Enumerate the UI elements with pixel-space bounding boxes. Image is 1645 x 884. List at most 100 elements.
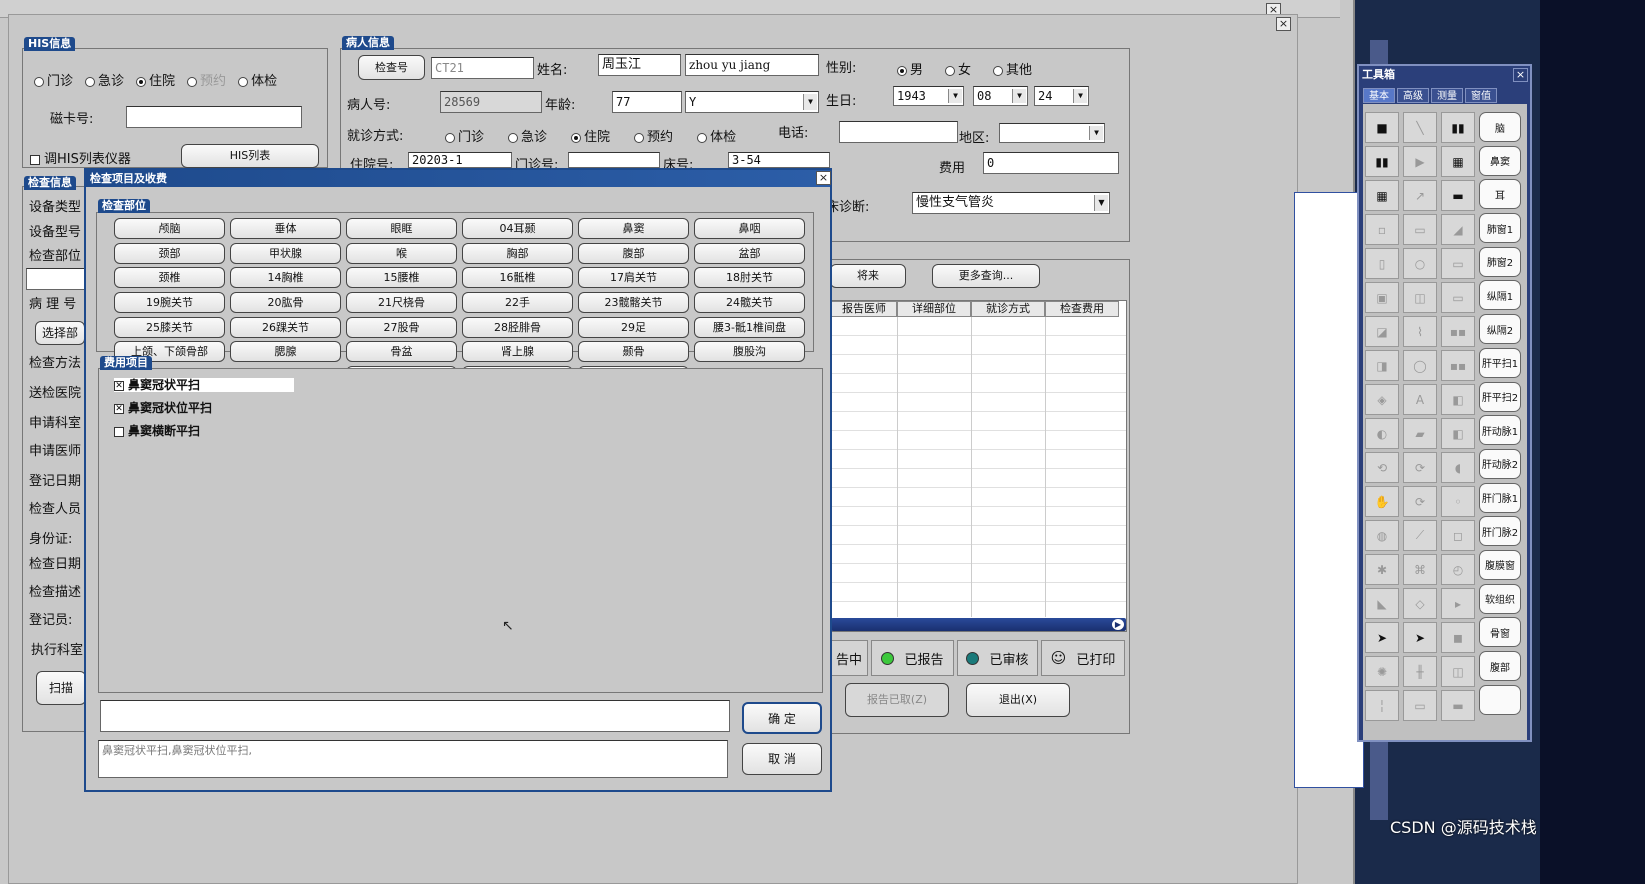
radio-option[interactable]: 其他 bbox=[993, 59, 1032, 78]
scroll-right-icon[interactable]: ▶ bbox=[1112, 619, 1124, 630]
tool-icon[interactable]: ▪▪ bbox=[1441, 350, 1475, 381]
tool-icon[interactable]: ◯ bbox=[1403, 350, 1437, 381]
exam-part-button[interactable]: 04耳颞 bbox=[462, 218, 573, 239]
tool-icon[interactable]: ▬ bbox=[1441, 690, 1475, 721]
tool-icon[interactable]: ◈ bbox=[1365, 384, 1399, 415]
diagnosis-select[interactable]: 慢性支气管炎 ▼ bbox=[912, 192, 1110, 214]
tool-icon[interactable]: ○ bbox=[1403, 248, 1437, 279]
his-instrument-checkbox[interactable]: 调HIS列表仪器 bbox=[30, 148, 131, 167]
cancel-button[interactable]: 取 消 bbox=[742, 743, 822, 775]
tool-icon[interactable]: ◢ bbox=[1441, 214, 1475, 245]
window-preset-button[interactable]: 肝门脉2 bbox=[1479, 516, 1521, 547]
toolbox-close-icon[interactable]: × bbox=[1513, 68, 1528, 82]
grid-column-header[interactable]: 报告医师 bbox=[831, 301, 897, 317]
window-preset-button[interactable]: 肝平扫1 bbox=[1479, 347, 1521, 378]
radio-icon[interactable] bbox=[85, 76, 96, 87]
radio-option[interactable]: 男 bbox=[897, 59, 923, 78]
exam-part-button[interactable]: 14胸椎 bbox=[230, 267, 341, 289]
grid-column-header[interactable]: 就诊方式 bbox=[971, 301, 1045, 317]
radio-option[interactable]: 女 bbox=[945, 59, 971, 78]
exam-part-button[interactable]: 15腰椎 bbox=[346, 267, 457, 289]
window-preset-button[interactable]: 肝平扫2 bbox=[1479, 381, 1521, 412]
window-preset-button[interactable]: 鼻窦 bbox=[1479, 145, 1521, 176]
dialog-input[interactable] bbox=[100, 700, 730, 732]
exam-part-button[interactable]: 垂体 bbox=[230, 218, 341, 239]
exam-part-button[interactable]: 喉 bbox=[346, 242, 457, 264]
tool-icon[interactable]: ▭ bbox=[1441, 282, 1475, 313]
tool-icon[interactable]: ◇ bbox=[1403, 588, 1437, 619]
tool-icon[interactable]: ▰ bbox=[1403, 418, 1437, 449]
patient-no-input[interactable]: 28569 bbox=[440, 91, 542, 113]
tool-icon[interactable]: A bbox=[1403, 384, 1437, 415]
grid-body[interactable] bbox=[831, 317, 1126, 617]
tool-icon[interactable]: ◣ bbox=[1365, 588, 1399, 619]
window-preset-button[interactable]: 肝门脉1 bbox=[1479, 482, 1521, 513]
checkbox-icon[interactable]: ✕ bbox=[114, 403, 124, 414]
exam-part-button[interactable]: 22手 bbox=[462, 292, 573, 314]
select-part-button[interactable]: 选择部 bbox=[35, 321, 85, 345]
window-preset-button[interactable]: 脑 bbox=[1479, 112, 1521, 142]
window-preset-button[interactable]: 耳 bbox=[1479, 179, 1521, 210]
radio-option[interactable]: 体检 bbox=[238, 70, 277, 89]
radio-option[interactable]: 门诊 bbox=[34, 70, 73, 89]
tool-icon[interactable]: ▮▮ bbox=[1365, 146, 1399, 177]
exam-part-button[interactable]: 19腕关节 bbox=[114, 292, 225, 314]
inpatient-input[interactable]: 20203-1 bbox=[408, 152, 512, 168]
tool-icon[interactable]: ⟲ bbox=[1365, 452, 1399, 483]
status-reported[interactable]: 已报告 bbox=[871, 640, 954, 676]
tool-icon[interactable]: ◫ bbox=[1441, 656, 1475, 687]
toolbox-tab[interactable]: 测量 bbox=[1431, 88, 1463, 103]
tool-icon[interactable]: ▭ bbox=[1403, 690, 1437, 721]
tool-icon[interactable]: ✱ bbox=[1365, 554, 1399, 585]
tool-icon[interactable]: ↗ bbox=[1403, 180, 1437, 211]
fee-item[interactable]: ✕ 鼻窦冠状位平扫 bbox=[114, 399, 212, 422]
window-preset-button[interactable]: 腹部 bbox=[1479, 651, 1521, 681]
exam-part-button[interactable]: 胸部 bbox=[462, 242, 573, 264]
fee-input[interactable]: 0 bbox=[983, 152, 1119, 174]
radio-icon[interactable] bbox=[897, 65, 907, 76]
window-preset-button[interactable]: 肝动脉1 bbox=[1479, 415, 1521, 446]
exam-part-button[interactable]: 颈椎 bbox=[114, 267, 225, 289]
exam-part-button[interactable]: 腰3-骶1椎间盘 bbox=[694, 316, 805, 338]
chevron-down-icon[interactable]: ▼ bbox=[948, 89, 962, 103]
window-preset-button[interactable]: 肺窗2 bbox=[1479, 246, 1521, 277]
cancel-report-button[interactable]: 报告已取(Z) bbox=[845, 683, 949, 717]
tool-icon[interactable]: ◐ bbox=[1365, 418, 1399, 449]
tool-icon[interactable]: ◪ bbox=[1365, 316, 1399, 347]
exam-part-button[interactable]: 21尺桡骨 bbox=[346, 292, 457, 314]
window-preset-button[interactable]: 纵隔2 bbox=[1479, 314, 1521, 345]
tool-icon[interactable]: ◧ bbox=[1441, 418, 1475, 449]
tool-icon[interactable]: ╫ bbox=[1403, 656, 1437, 687]
radio-option[interactable]: 住院 bbox=[136, 70, 175, 89]
window-preset-button[interactable] bbox=[1479, 684, 1521, 715]
exam-part-button[interactable]: 腮腺 bbox=[230, 341, 341, 363]
chevron-down-icon[interactable]: ▼ bbox=[803, 94, 817, 110]
scan-button[interactable]: 扫描 bbox=[36, 671, 86, 705]
exam-part-button[interactable]: 甲状腺 bbox=[230, 242, 341, 264]
tool-icon[interactable]: ▣ bbox=[1365, 282, 1399, 313]
radio-option[interactable]: 体检 bbox=[697, 126, 736, 145]
grid-column-header[interactable]: 详细部位 bbox=[897, 301, 971, 317]
radio-option[interactable]: 预约 bbox=[634, 126, 673, 145]
radio-option[interactable]: 门诊 bbox=[445, 126, 484, 145]
exam-part-input[interactable] bbox=[26, 268, 86, 290]
chevron-down-icon[interactable]: ▼ bbox=[1073, 89, 1087, 103]
tool-icon[interactable]: ▬ bbox=[1441, 180, 1475, 211]
horizontal-scrollbar[interactable] bbox=[831, 618, 1126, 631]
radio-option[interactable]: 预约 bbox=[187, 70, 226, 89]
status-reviewed[interactable]: 已审核 bbox=[957, 640, 1038, 676]
tool-icon[interactable]: ➤ bbox=[1365, 622, 1399, 653]
tool-icon[interactable]: ◫ bbox=[1403, 282, 1437, 313]
his-list-button[interactable]: HIS列表 bbox=[181, 144, 319, 168]
window-preset-button[interactable]: 纵隔1 bbox=[1479, 280, 1521, 311]
future-button[interactable]: 将来 bbox=[830, 264, 906, 288]
age-input[interactable]: 77 bbox=[612, 91, 682, 113]
birth-day-select[interactable]: 24 ▼ bbox=[1034, 86, 1089, 106]
toolbox-tab[interactable]: 基本 bbox=[1363, 88, 1395, 103]
tool-icon[interactable]: ▭ bbox=[1403, 214, 1437, 245]
radio-icon[interactable] bbox=[945, 65, 956, 76]
region-select[interactable]: ▼ bbox=[999, 123, 1105, 143]
radio-icon[interactable] bbox=[993, 65, 1004, 76]
tool-icon[interactable]: ▮▮ bbox=[1441, 112, 1475, 143]
exam-part-button[interactable]: 25膝关节 bbox=[114, 316, 225, 338]
